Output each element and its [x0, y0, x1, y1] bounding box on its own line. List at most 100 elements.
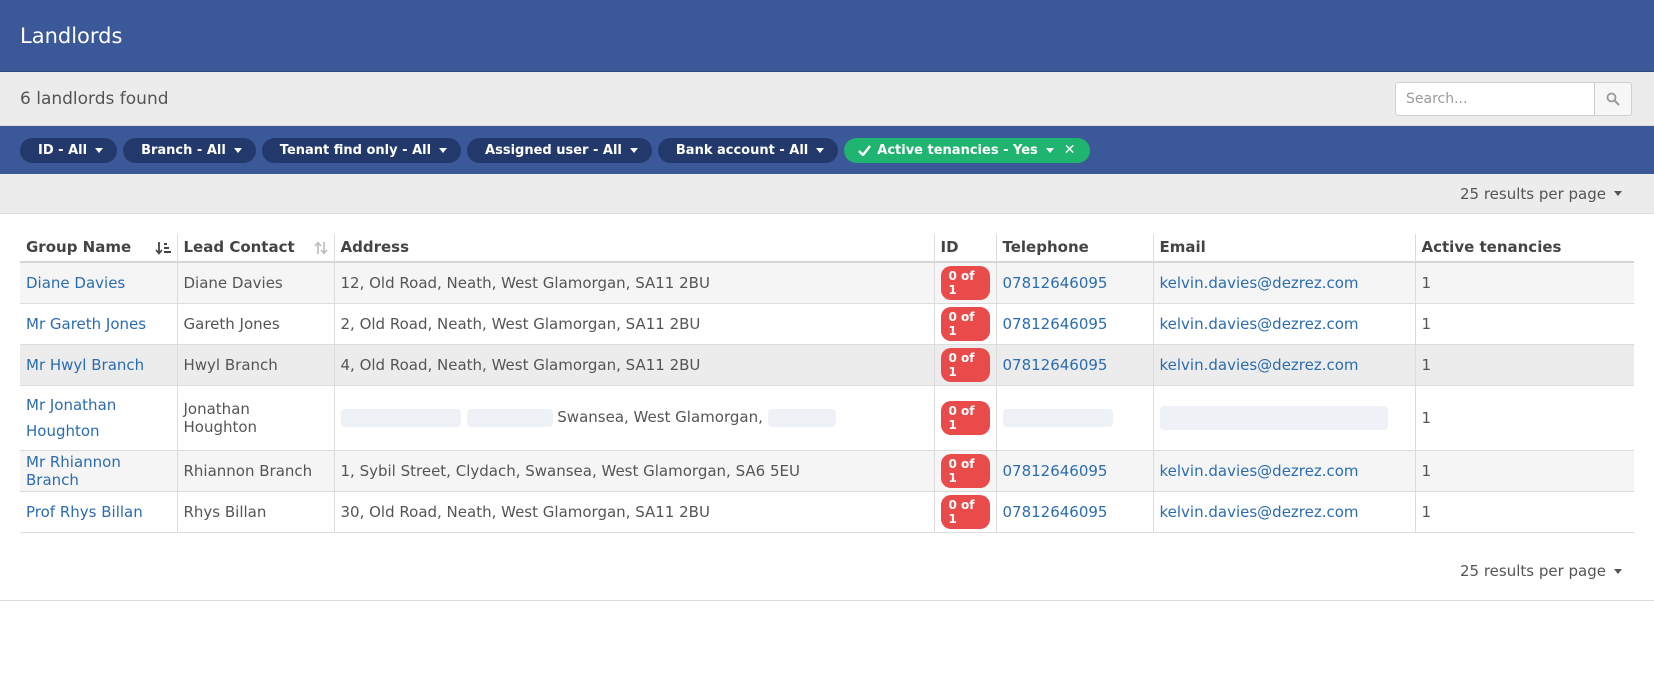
address: 2, Old Road, Neath, West Glamorgan, SA11…: [333, 303, 934, 345]
redacted-text: [466, 408, 553, 427]
lead-contact: Diane Davies: [176, 262, 334, 304]
email-link[interactable]: kelvin.davies@dezrez.com: [1160, 503, 1359, 521]
lead-contact: Jonathan Houghton: [176, 385, 334, 451]
redacted-text: [340, 408, 461, 427]
telephone-cell: [995, 385, 1153, 451]
email-cell: [1152, 385, 1415, 451]
results-count: 6 landlords found: [20, 88, 169, 109]
address: 4, Old Road, Neath, West Glamorgan, SA11…: [333, 344, 934, 386]
redacted-text: [1002, 408, 1113, 427]
results-per-page-dropdown[interactable]: 25 results per page: [1460, 185, 1622, 203]
lead-contact: Rhys Billan: [176, 491, 334, 533]
active-tenancies-count: 1: [1414, 450, 1634, 492]
column-header-telephone: Telephone: [995, 234, 1153, 263]
email-link[interactable]: kelvin.davies@dezrez.com: [1160, 356, 1359, 374]
app-header: Landlords: [0, 0, 1654, 72]
filter-bank-account[interactable]: Bank account - All: [657, 137, 839, 163]
table-row: Prof Rhys Billan Rhys Billan 30, Old Roa…: [20, 491, 1634, 533]
caret-down-icon: [1045, 147, 1054, 153]
address: 12, Old Road, Neath, West Glamorgan, SA1…: [333, 262, 934, 304]
table-row: Mr Gareth Jones Gareth Jones 2, Old Road…: [20, 303, 1634, 345]
column-header-lead-contact[interactable]: Lead Contact: [176, 234, 334, 263]
group-name-link[interactable]: Diane Davies: [26, 274, 125, 292]
id-status-badge: 0 of 1: [940, 400, 990, 435]
lead-contact: Hwyl Branch: [176, 344, 334, 386]
address: 30, Old Road, Neath, West Glamorgan, SA1…: [333, 491, 934, 533]
telephone-link[interactable]: 07812646095: [1003, 274, 1108, 292]
active-tenancies-count: 1: [1414, 303, 1634, 345]
filter-branch[interactable]: Branch - All: [123, 137, 256, 163]
group-name-link[interactable]: Mr Gareth Jones: [26, 315, 146, 333]
id-status-badge: 0 of 1: [940, 453, 990, 488]
clear-filter-icon[interactable]: ✕: [1064, 142, 1076, 158]
pagination-bottom: 25 results per page: [0, 543, 1654, 601]
active-tenancies-count: 1: [1414, 491, 1634, 533]
active-tenancies-count: 1: [1414, 385, 1634, 451]
sort-icon[interactable]: [313, 241, 328, 255]
search-box: [1395, 81, 1632, 116]
column-header-address: Address: [333, 234, 934, 263]
filter-label: Active tenancies - Yes: [877, 142, 1038, 158]
caret-down-icon: [629, 147, 638, 153]
group-name-link[interactable]: Prof Rhys Billan: [26, 503, 143, 521]
column-header-email: Email: [1152, 234, 1415, 263]
id-status-badge: 0 of 1: [940, 306, 990, 341]
address: Swansea, West Glamorgan,: [557, 408, 763, 427]
telephone-link[interactable]: 07812646095: [1003, 315, 1108, 333]
redacted-text: [1159, 405, 1388, 430]
column-header-group-name[interactable]: Group Name: [20, 234, 177, 263]
caret-down-icon: [816, 147, 825, 153]
id-status-badge: 0 of 1: [940, 494, 990, 529]
search-input[interactable]: [1395, 81, 1594, 116]
email-link[interactable]: kelvin.davies@dezrez.com: [1160, 315, 1359, 333]
filter-tenant-find-only[interactable]: Tenant find only - All: [261, 137, 462, 163]
group-name-link[interactable]: Mr Rhiannon Branch: [26, 453, 121, 489]
sort-descending-icon[interactable]: [154, 241, 171, 255]
table-row: Diane Davies Diane Davies 12, Old Road, …: [20, 262, 1634, 304]
id-status-badge: 0 of 1: [940, 347, 990, 382]
filter-label: Bank account - All: [675, 142, 809, 158]
column-header-active-tenancies: Active tenancies: [1414, 234, 1634, 263]
lead-contact: Gareth Jones: [176, 303, 334, 345]
caret-down-icon: [95, 147, 104, 153]
results-per-page-dropdown[interactable]: 25 results per page: [1460, 562, 1622, 580]
filter-bar: ID - All Branch - All Tenant find only -…: [0, 126, 1654, 174]
telephone-link[interactable]: 07812646095: [1003, 503, 1108, 521]
search-button[interactable]: [1594, 81, 1632, 116]
filter-id[interactable]: ID - All: [20, 137, 118, 163]
filter-label: Branch - All: [141, 142, 226, 158]
address: 1, Sybil Street, Clydach, Swansea, West …: [333, 450, 934, 492]
filter-label: Tenant find only - All: [279, 142, 432, 158]
telephone-link[interactable]: 07812646095: [1003, 462, 1108, 480]
column-header-id: ID: [933, 234, 996, 263]
lead-contact: Rhiannon Branch: [176, 450, 334, 492]
caret-down-icon: [1614, 568, 1622, 574]
telephone-link[interactable]: 07812646095: [1003, 356, 1108, 374]
pagination-top: 25 results per page: [0, 174, 1654, 214]
filter-label: ID - All: [38, 142, 88, 158]
checkmark-icon: [858, 144, 872, 156]
filter-active-tenancies[interactable]: Active tenancies - Yes ✕: [844, 137, 1090, 163]
filter-assigned-user[interactable]: Assigned user - All: [467, 137, 652, 163]
search-icon: [1606, 92, 1620, 106]
results-per-page-label: 25 results per page: [1459, 184, 1606, 203]
email-link[interactable]: kelvin.davies@dezrez.com: [1160, 274, 1359, 292]
table-row: Mr Rhiannon Branch Rhiannon Branch 1, Sy…: [20, 450, 1634, 492]
table-row: Mr Hwyl Branch Hwyl Branch 4, Old Road, …: [20, 344, 1634, 386]
page-title: Landlords: [20, 23, 123, 48]
active-tenancies-count: 1: [1414, 262, 1634, 304]
group-name-link[interactable]: Mr Jonathan Houghton: [26, 392, 136, 444]
landlords-table: Group Name Lead Contact Address ID Telep…: [20, 234, 1634, 533]
caret-down-icon: [1614, 191, 1622, 196]
table-row: Mr Jonathan Houghton Jonathan Houghton S…: [20, 385, 1634, 451]
redacted-text: [767, 408, 836, 427]
filter-label: Assigned user - All: [485, 142, 622, 158]
group-name-link[interactable]: Mr Hwyl Branch: [26, 356, 144, 374]
address-cell: Swansea, West Glamorgan,: [333, 385, 934, 451]
results-per-page-label: 25 results per page: [1459, 562, 1606, 580]
email-link[interactable]: kelvin.davies@dezrez.com: [1160, 462, 1359, 480]
caret-down-icon: [233, 147, 242, 153]
results-summary-bar: 6 landlords found: [0, 72, 1654, 126]
active-tenancies-count: 1: [1414, 344, 1634, 386]
id-status-badge: 0 of 1: [940, 265, 990, 300]
